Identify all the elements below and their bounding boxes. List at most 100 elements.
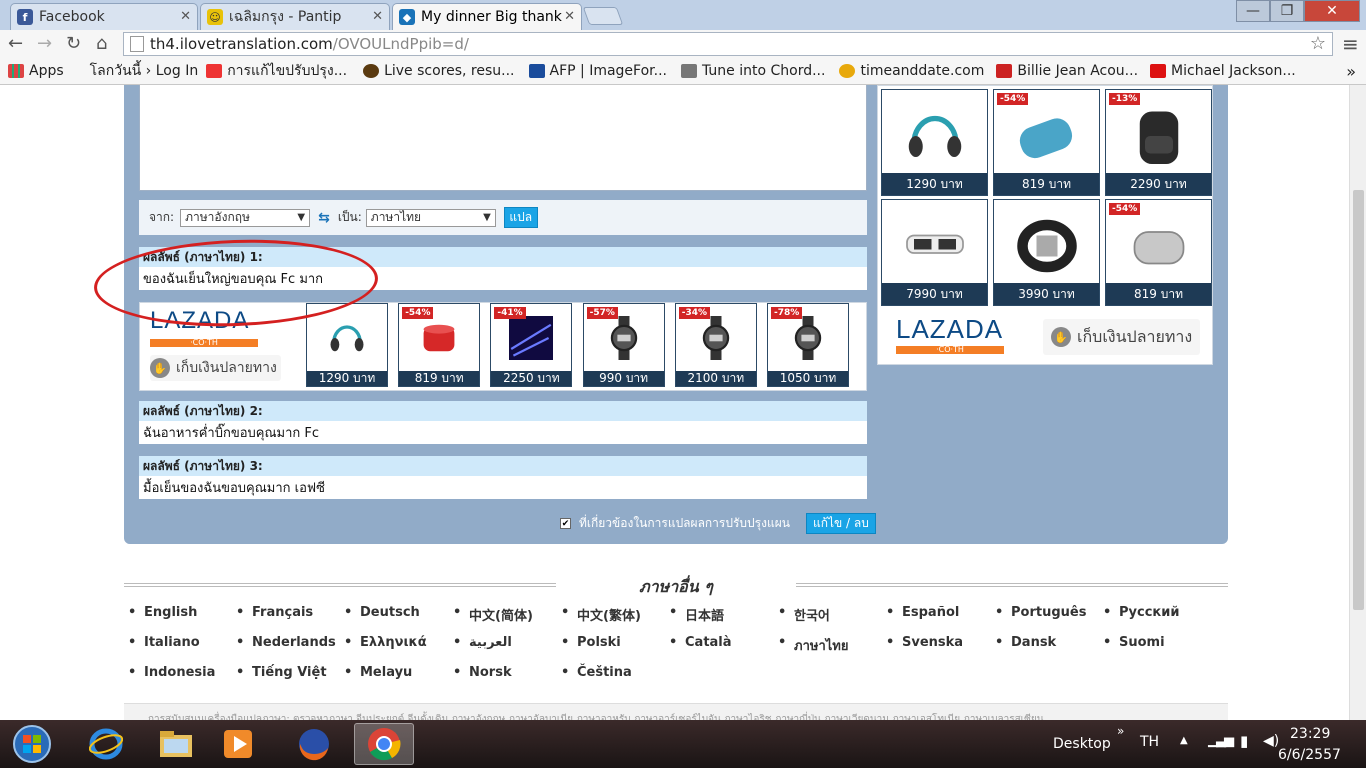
- language-link[interactable]: 中文(繁体): [561, 605, 641, 624]
- language-link[interactable]: Norsk: [453, 665, 511, 680]
- bookmark-apps[interactable]: Apps: [8, 63, 64, 79]
- bookmark-afp[interactable]: AFP | ImageFor...: [528, 63, 667, 79]
- inline-product-3[interactable]: -41% 2250 บาท: [490, 303, 573, 387]
- sidebar-product-1[interactable]: 1290 บาท: [881, 89, 988, 196]
- language-link[interactable]: 한국어: [778, 605, 830, 624]
- clock-time[interactable]: 23:29: [1290, 726, 1330, 742]
- home-icon[interactable]: ⌂: [96, 33, 107, 54]
- translation-favicon-icon: ◆: [399, 9, 415, 25]
- new-tab-button[interactable]: [582, 7, 624, 25]
- firefox-icon[interactable]: [284, 723, 344, 765]
- bookmark-livescores[interactable]: Live scores, resu...: [363, 63, 515, 79]
- media-player-icon[interactable]: [208, 723, 268, 765]
- bookmark-true[interactable]: การแก้ไขปรับปรุง...: [206, 60, 347, 82]
- inline-product-4[interactable]: -57% 990 บาท: [582, 303, 665, 387]
- language-link[interactable]: English: [128, 605, 197, 620]
- language-link[interactable]: 日本語: [669, 605, 724, 624]
- language-link[interactable]: Português: [995, 605, 1087, 620]
- feedback-checkbox[interactable]: ✔: [560, 518, 571, 529]
- bookmark-label: timeanddate.com: [860, 63, 985, 79]
- bookmark-star-icon[interactable]: ☆: [1310, 33, 1326, 54]
- translate-button[interactable]: แปล: [503, 207, 538, 228]
- sidebar-product-3[interactable]: -13% 2290 บาท: [1105, 89, 1212, 196]
- language-link[interactable]: Català: [669, 635, 731, 650]
- tab-facebook[interactable]: f Facebook ✕: [10, 3, 198, 30]
- bookmark-chords[interactable]: Tune into Chord...: [680, 63, 825, 79]
- product-price: 1290 บาท: [307, 371, 387, 386]
- language-link[interactable]: Русский: [1103, 605, 1180, 620]
- from-label: จาก:: [149, 210, 175, 224]
- minimize-button[interactable]: —: [1236, 0, 1270, 22]
- inline-product-5[interactable]: -34% 2100 บาท: [674, 303, 757, 387]
- sidebar-product-4[interactable]: 7990 บาท: [881, 199, 988, 306]
- sidebar-product-6[interactable]: -54% 819 บาท: [1105, 199, 1212, 306]
- language-link[interactable]: Melayu: [344, 665, 412, 680]
- language-link[interactable]: Suomi: [1103, 635, 1164, 650]
- reload-icon[interactable]: ↻: [66, 33, 81, 54]
- inline-product-2[interactable]: -54% 819 บาท: [398, 303, 481, 387]
- close-tab-icon[interactable]: ✕: [372, 9, 383, 24]
- language-link[interactable]: Español: [886, 605, 959, 620]
- language-link[interactable]: ภาษาไทย: [778, 635, 849, 656]
- language-link[interactable]: العربية: [453, 635, 512, 650]
- show-hidden-icons-icon[interactable]: ▲: [1180, 735, 1188, 746]
- sidebar-product-5[interactable]: 3990 บาท: [993, 199, 1100, 306]
- tab-pantip[interactable]: ☺ เฉลิมกรุง - Pantip ✕: [200, 3, 390, 30]
- language-link[interactable]: Italiano: [128, 635, 200, 650]
- toolbar-chevron-icon[interactable]: »: [1117, 724, 1124, 738]
- scrollbar-thumb[interactable]: [1353, 190, 1364, 610]
- language-link[interactable]: Dansk: [995, 635, 1056, 650]
- tab-translation[interactable]: ◆ My dinner Big thank ✕: [392, 3, 582, 30]
- maximize-button[interactable]: ❐: [1270, 0, 1304, 22]
- swap-languages-icon[interactable]: ⇆: [318, 210, 330, 226]
- language-link[interactable]: Čeština: [561, 665, 632, 680]
- product-image-laser: [509, 316, 554, 360]
- bookmark-lokwannee[interactable]: โลกวันนี้ › Log In: [90, 60, 199, 82]
- to-language-select[interactable]: ภาษาไทย ▼: [365, 208, 496, 227]
- chrome-icon[interactable]: [354, 723, 414, 765]
- true-logo-icon: [206, 64, 223, 78]
- from-language-select[interactable]: ภาษาอังกฤษ ▼: [180, 208, 311, 227]
- bookmark-michaeljackson[interactable]: Michael Jackson...: [1150, 63, 1296, 79]
- feedback-label: ที่เกี่ยวข้องในการแปลผลการปรับปรุงแผน: [579, 516, 790, 530]
- language-link[interactable]: Indonesia: [128, 665, 215, 680]
- product-price: 819 บาท: [1106, 283, 1211, 305]
- desktop-toolbar-label[interactable]: Desktop: [1053, 736, 1111, 752]
- sidebar-product-2[interactable]: -54% 819 บาท: [993, 89, 1100, 196]
- close-window-button[interactable]: ✕: [1304, 0, 1360, 22]
- language-link[interactable]: 中文(简体): [453, 605, 533, 624]
- language-link[interactable]: Français: [236, 605, 313, 620]
- source-text-input[interactable]: [139, 85, 867, 191]
- network-icon[interactable]: ▁▃▅: [1208, 733, 1234, 748]
- language-link[interactable]: Deutsch: [344, 605, 420, 620]
- start-button[interactable]: [4, 723, 60, 765]
- page-viewport: จาก: ภาษาอังกฤษ ▼ ⇆ เป็น: ภาษาไทย ▼ แปล ผล…: [0, 85, 1366, 720]
- language-link[interactable]: Ελληνικά: [344, 635, 427, 650]
- volume-icon[interactable]: ◀): [1263, 733, 1279, 749]
- language-indicator[interactable]: TH: [1140, 734, 1159, 750]
- more-bookmarks-icon[interactable]: »: [1346, 62, 1356, 81]
- battery-icon[interactable]: ▮: [1240, 732, 1248, 750]
- inline-product-6[interactable]: -78% 1050 บาท: [767, 303, 849, 387]
- language-link[interactable]: Tiếng Việt: [236, 665, 326, 680]
- forward-icon[interactable]: →: [37, 33, 52, 54]
- inline-product-1[interactable]: 1290 บาท: [306, 303, 388, 387]
- internet-explorer-icon[interactable]: [76, 723, 136, 765]
- bookmark-label: โลกวันนี้ › Log In: [89, 63, 199, 79]
- edit-delete-button[interactable]: แก้ไข / ลบ: [805, 513, 876, 534]
- file-explorer-icon[interactable]: [146, 723, 206, 765]
- language-link[interactable]: Svenska: [886, 635, 963, 650]
- clock-date[interactable]: 6/6/2557: [1278, 747, 1341, 763]
- bookmark-label: การแก้ไขปรับปรุง...: [227, 63, 348, 79]
- product-image-speaker-red: [417, 316, 461, 360]
- page-scrollbar[interactable]: [1349, 85, 1366, 720]
- language-link[interactable]: Nederlands: [236, 635, 336, 650]
- close-tab-icon[interactable]: ✕: [564, 9, 575, 24]
- close-tab-icon[interactable]: ✕: [180, 9, 191, 24]
- chrome-menu-icon[interactable]: ≡: [1342, 32, 1359, 56]
- bookmark-billiejean[interactable]: Billie Jean Acou...: [996, 63, 1138, 79]
- address-bar[interactable]: th4.ilovetranslation.com /OVOULndPpib=d/…: [123, 32, 1333, 56]
- language-link[interactable]: Polski: [561, 635, 621, 650]
- back-icon[interactable]: ←: [8, 33, 23, 54]
- bookmark-timeanddate[interactable]: timeanddate.com: [839, 63, 984, 79]
